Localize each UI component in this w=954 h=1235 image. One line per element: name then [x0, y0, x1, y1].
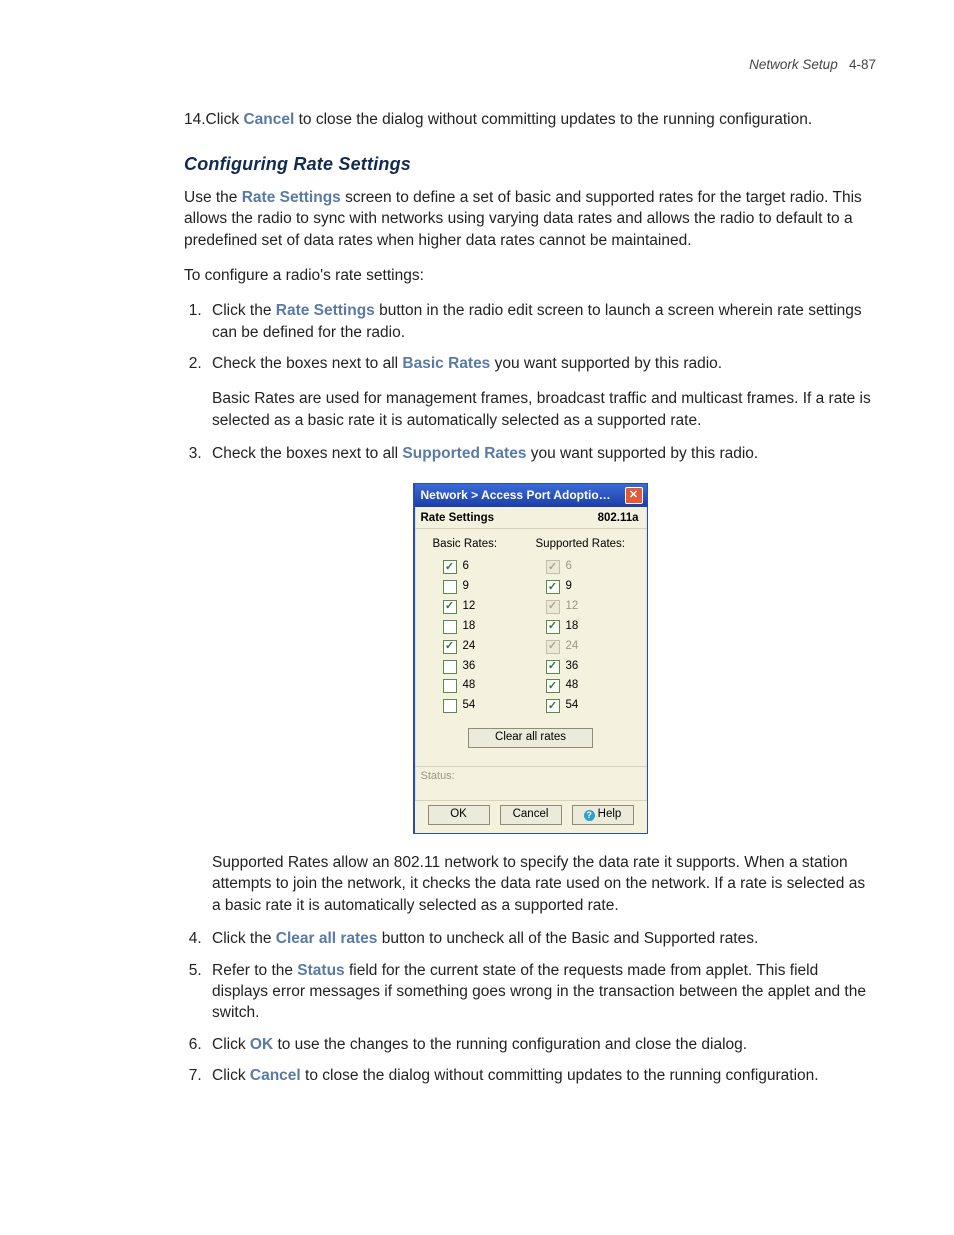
supported-rate-label: 24: [566, 639, 579, 655]
lead-line: To configure a radio's rate settings:: [184, 265, 876, 286]
supported-rate-checkbox[interactable]: [546, 580, 560, 594]
supported-rate-checkbox: [546, 560, 560, 574]
rate-settings-dialog: Network > Access Port Adoption Def… ✕ Ra…: [413, 483, 648, 834]
clear-all-rates-button[interactable]: Clear all rates: [468, 728, 593, 748]
step-7: Click Cancel to close the dialog without…: [206, 1065, 876, 1086]
supported-rate-row: 48: [546, 678, 639, 694]
cancel-button[interactable]: Cancel: [500, 805, 562, 825]
basic-rate-row: 18: [443, 619, 536, 635]
supported-rate-label: 12: [566, 599, 579, 615]
basic-rate-label: 18: [463, 619, 476, 635]
basic-rate-label: 12: [463, 599, 476, 615]
help-button[interactable]: ?Help: [572, 805, 634, 825]
basic-rates-header: Basic Rates:: [433, 537, 536, 553]
step-4: Click the Clear all rates button to unch…: [206, 928, 876, 949]
supported-rate-checkbox[interactable]: [546, 679, 560, 693]
supported-rate-row: 9: [546, 579, 639, 595]
supported-rate-label: 6: [566, 559, 572, 575]
supported-rates-header: Supported Rates:: [536, 537, 639, 553]
basic-rate-row: 24: [443, 639, 536, 655]
supported-rate-row: 24: [546, 639, 639, 655]
step-3-note: Supported Rates allow an 802.11 network …: [212, 852, 876, 916]
basic-rate-checkbox[interactable]: [443, 580, 457, 594]
section-heading: Configuring Rate Settings: [184, 152, 876, 177]
intro-paragraph: Use the Rate Settings screen to define a…: [184, 187, 876, 251]
basic-rate-label: 36: [463, 659, 476, 675]
supported-rate-label: 54: [566, 698, 579, 714]
basic-rate-label: 48: [463, 678, 476, 694]
basic-rate-checkbox[interactable]: [443, 560, 457, 574]
cancel-bold: Cancel: [243, 111, 294, 128]
basic-rate-checkbox[interactable]: [443, 620, 457, 634]
basic-rate-checkbox[interactable]: [443, 640, 457, 654]
dialog-titlebar: Network > Access Port Adoption Def… ✕: [415, 484, 647, 507]
step-2: Check the boxes next to all Basic Rates …: [206, 353, 876, 374]
basic-rate-row: 36: [443, 659, 536, 675]
page-header: Network Setup 4-87: [78, 56, 876, 75]
basic-rate-row: 12: [443, 599, 536, 615]
supported-rate-label: 18: [566, 619, 579, 635]
header-page: 4-87: [849, 57, 876, 72]
step-14: 14.Click Cancel to close the dialog with…: [184, 109, 876, 130]
supported-rate-checkbox[interactable]: [546, 660, 560, 674]
basic-rate-checkbox[interactable]: [443, 679, 457, 693]
supported-rate-checkbox: [546, 640, 560, 654]
status-label: Status:: [415, 766, 647, 800]
supported-rate-row: 36: [546, 659, 639, 675]
dialog-title: Network > Access Port Adoption Def…: [421, 487, 616, 504]
dialog-left-label: Rate Settings: [421, 511, 495, 527]
basic-rate-label: 9: [463, 579, 469, 595]
supported-rate-row: 6: [546, 559, 639, 575]
basic-rate-row: 48: [443, 678, 536, 694]
supported-rate-checkbox[interactable]: [546, 699, 560, 713]
help-icon: ?: [584, 810, 595, 821]
header-section: Network Setup: [749, 57, 838, 72]
basic-rate-checkbox[interactable]: [443, 699, 457, 713]
step-6: Click OK to use the changes to the runni…: [206, 1034, 876, 1055]
supported-rate-label: 36: [566, 659, 579, 675]
supported-rate-checkbox[interactable]: [546, 620, 560, 634]
dialog-right-label: 802.11a: [598, 511, 639, 527]
supported-rate-row: 12: [546, 599, 639, 615]
basic-rate-label: 54: [463, 698, 476, 714]
supported-rate-label: 9: [566, 579, 572, 595]
supported-rate-checkbox: [546, 600, 560, 614]
step-3: Check the boxes next to all Supported Ra…: [206, 443, 876, 464]
basic-rate-label: 6: [463, 559, 469, 575]
basic-rate-label: 24: [463, 639, 476, 655]
supported-rate-row: 18: [546, 619, 639, 635]
basic-rate-row: 54: [443, 698, 536, 714]
close-icon[interactable]: ✕: [625, 487, 643, 504]
basic-rate-row: 9: [443, 579, 536, 595]
step-1: Click the Rate Settings button in the ra…: [206, 300, 876, 343]
step-2-note: Basic Rates are used for management fram…: [212, 388, 876, 431]
supported-rate-row: 54: [546, 698, 639, 714]
ok-button[interactable]: OK: [428, 805, 490, 825]
step-5: Refer to the Status field for the curren…: [206, 960, 876, 1024]
supported-rate-label: 48: [566, 678, 579, 694]
basic-rate-checkbox[interactable]: [443, 600, 457, 614]
basic-rate-checkbox[interactable]: [443, 660, 457, 674]
basic-rate-row: 6: [443, 559, 536, 575]
